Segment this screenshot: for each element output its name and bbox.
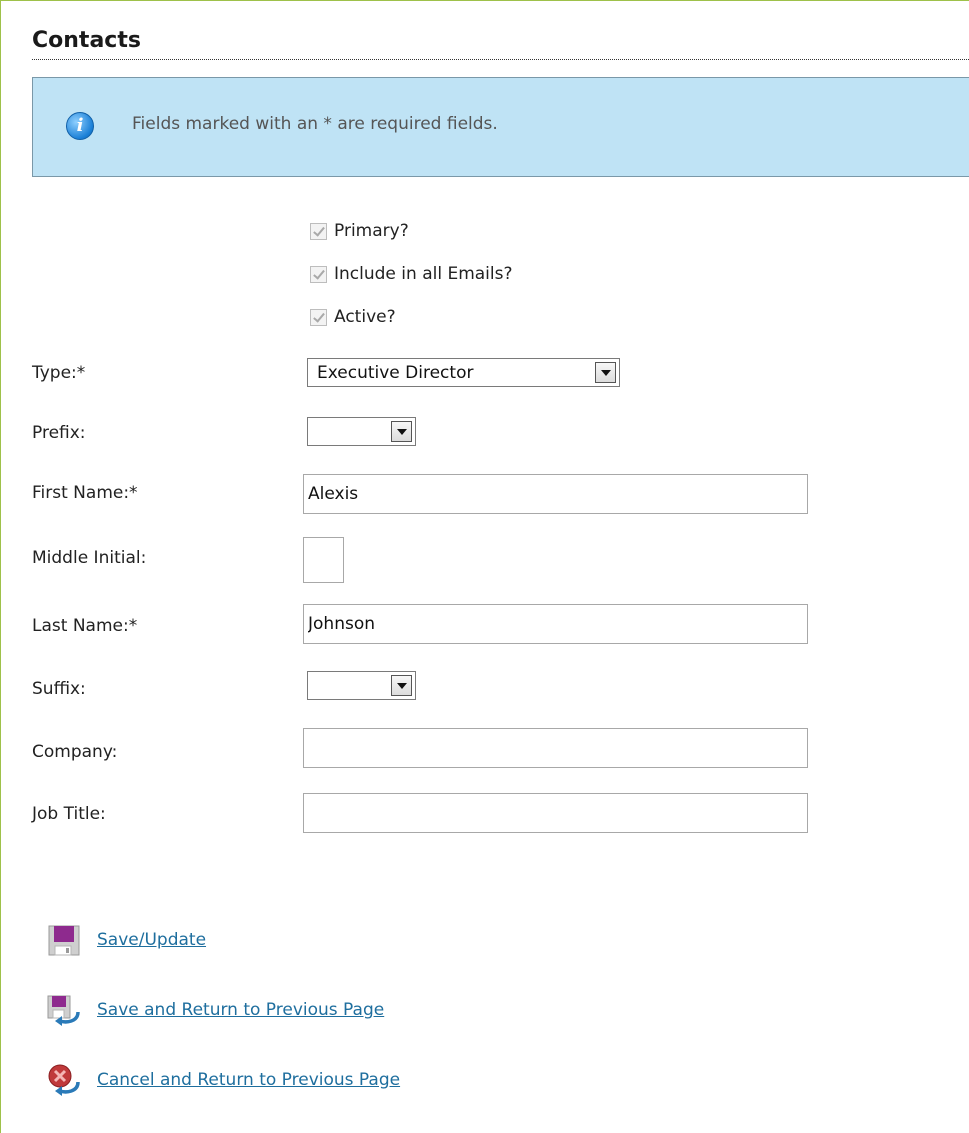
active-checkbox[interactable]	[310, 308, 327, 326]
save-return-icon[interactable]	[46, 992, 82, 1028]
include-emails-checkbox-row[interactable]: Include in all Emails?	[310, 261, 513, 287]
save-return-action: Save and Return to Previous Page	[46, 990, 384, 1030]
save-update-link[interactable]: Save/Update	[97, 930, 206, 950]
cancel-return-action: Cancel and Return to Previous Page	[46, 1060, 400, 1100]
suffix-label: Suffix:	[32, 679, 86, 699]
company-label: Company:	[32, 742, 118, 762]
prefix-select[interactable]	[307, 417, 416, 446]
last-name-input[interactable]	[303, 604, 808, 644]
type-select[interactable]: Executive Director	[307, 358, 620, 387]
job-title-label: Job Title:	[32, 804, 106, 824]
cancel-return-icon[interactable]	[46, 1062, 82, 1098]
active-checkbox-label: Active?	[334, 307, 396, 327]
type-select-value: Executive Director	[317, 362, 474, 383]
first-name-label: First Name:*	[32, 483, 138, 503]
save-return-link[interactable]: Save and Return to Previous Page	[97, 1000, 384, 1020]
cancel-return-link[interactable]: Cancel and Return to Previous Page	[97, 1070, 400, 1090]
info-message: Fields marked with an * are required fie…	[132, 114, 498, 134]
active-checkbox-row[interactable]: Active?	[310, 304, 396, 330]
info-icon: i	[66, 112, 94, 140]
primary-checkbox-label: Primary?	[334, 221, 409, 241]
last-name-label: Last Name:*	[32, 616, 138, 636]
include-emails-checkbox-label: Include in all Emails?	[334, 264, 513, 284]
job-title-input[interactable]	[303, 793, 808, 833]
primary-checkbox-row[interactable]: Primary?	[310, 218, 409, 244]
page-title: Contacts	[32, 28, 969, 60]
type-label: Type:*	[32, 363, 86, 383]
chevron-down-icon[interactable]	[595, 362, 616, 383]
first-name-input[interactable]	[303, 474, 808, 514]
primary-checkbox[interactable]	[310, 222, 327, 240]
middle-initial-label: Middle Initial:	[32, 548, 147, 568]
company-input[interactable]	[303, 728, 808, 768]
suffix-select[interactable]	[307, 671, 416, 700]
chevron-down-icon[interactable]	[391, 675, 412, 696]
save-icon[interactable]	[46, 922, 82, 958]
prefix-label: Prefix:	[32, 423, 86, 443]
chevron-down-icon[interactable]	[391, 421, 412, 442]
middle-initial-input[interactable]	[303, 537, 344, 583]
include-emails-checkbox[interactable]	[310, 265, 327, 283]
save-action: Save/Update	[46, 920, 206, 960]
